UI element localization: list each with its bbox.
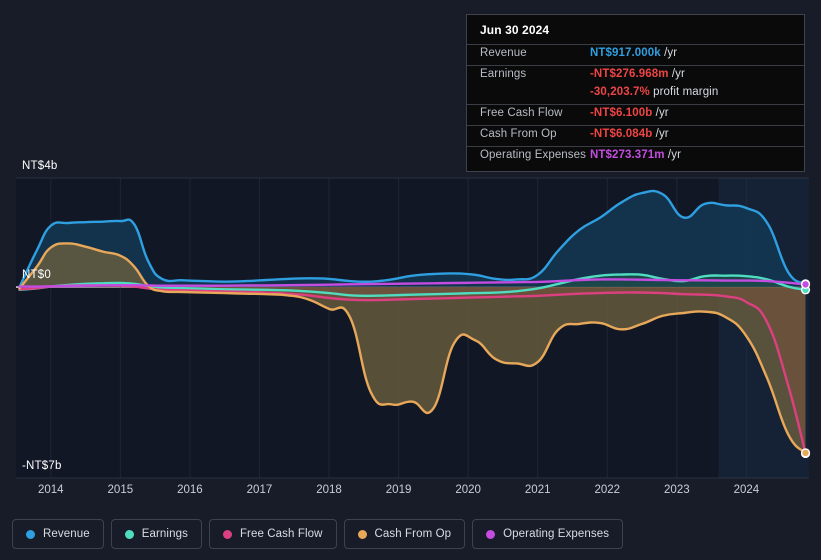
- x-axis-tick-label: 2021: [524, 484, 551, 496]
- endpoint-dot-cash-from-op: [800, 448, 811, 458]
- x-axis-tick-label: 2015: [107, 484, 134, 496]
- x-axis-tick-label: 2019: [385, 484, 412, 496]
- tooltip-row-label: Operating Expenses: [480, 149, 587, 161]
- tooltip-row-suffix: /yr: [652, 107, 669, 119]
- legend-label: Free Cash Flow: [239, 528, 323, 540]
- tooltip-row-suffix: /yr: [660, 47, 678, 59]
- legend-color-dot: [124, 529, 134, 539]
- tooltip-row: Earnings -NT$276.968m /yr: [467, 65, 804, 86]
- tooltip-row-label: Cash From Op: [480, 128, 557, 140]
- x-axis-tick-label: 2020: [455, 484, 481, 496]
- financial-chart-widget: NT$4b NT$0 -NT$7b 2014 2015 2016 2017 2018 2019 2…: [0, 0, 821, 560]
- legend-item-operating-expenses[interactable]: Operating Expenses: [472, 519, 624, 549]
- tooltip-row-value: -30,203.7% profit margin: [590, 86, 718, 98]
- tooltip-row-value: -NT$6.084b /yr: [590, 128, 669, 140]
- tooltip-row-suffix: /yr: [668, 68, 685, 80]
- x-axis-tick-label: 2016: [177, 484, 203, 496]
- tooltip-row-label: Earnings: [480, 68, 527, 80]
- tooltip-row: Free Cash Flow -NT$6.100b /yr: [467, 104, 804, 125]
- legend-item-revenue[interactable]: Revenue: [12, 519, 104, 549]
- tooltip-row-number: -NT$6.100b: [590, 107, 653, 119]
- tooltip-row-value: -NT$6.100b /yr: [590, 107, 669, 119]
- chart-tooltip: Jun 30 2024 Revenue NT$917.000k /yr Earnin…: [466, 14, 805, 172]
- tooltip-row: -30,203.7% profit margin: [467, 86, 804, 104]
- tooltip-row: Cash From Op -NT$6.084b /yr: [467, 125, 804, 146]
- y-axis-tick-label: NT$0: [22, 269, 51, 282]
- x-axis-tick-label: 2018: [316, 484, 342, 496]
- tooltip-row-label: Free Cash Flow: [480, 107, 563, 119]
- tooltip-row-value: NT$273.371m /yr: [590, 149, 681, 161]
- x-axis-tick-label: 2014: [37, 484, 64, 496]
- legend-label: Operating Expenses: [503, 528, 610, 540]
- endpoint-dot-operating-expenses: [800, 279, 811, 289]
- legend-label: Earnings: [141, 528, 188, 540]
- tooltip-row-number: NT$273.371m: [590, 149, 665, 161]
- y-axis-tick-label: NT$4b: [22, 160, 58, 172]
- tooltip-row-value: NT$917.000k /yr: [590, 47, 677, 59]
- tooltip-date: Jun 30 2024: [480, 23, 550, 37]
- tooltip-row-number: NT$917.000k: [590, 47, 661, 59]
- x-axis-tick-label: 2024: [733, 484, 760, 496]
- tooltip-row-suffix: /yr: [652, 128, 669, 140]
- tooltip-row-label: Revenue: [480, 47, 527, 59]
- legend-color-dot: [486, 529, 496, 539]
- legend-label: Revenue: [43, 528, 90, 540]
- legend-item-free-cash-flow[interactable]: Free Cash Flow: [208, 519, 337, 549]
- tooltip-row-number: -NT$276.968m: [590, 68, 669, 80]
- tooltip-row: Operating Expenses NT$273.371m /yr: [467, 146, 804, 167]
- tooltip-row-value: -NT$276.968m /yr: [590, 68, 685, 80]
- x-axis-tick-label: 2017: [246, 484, 273, 496]
- tooltip-row-suffix: /yr: [664, 149, 681, 161]
- legend-label: Cash From Op: [374, 528, 452, 540]
- x-axis-tick-label: 2022: [594, 484, 621, 496]
- legend-item-earnings[interactable]: Earnings: [110, 519, 202, 549]
- legend-item-cash-from-op[interactable]: Cash From Op: [343, 519, 466, 549]
- chart-legend: Revenue Earnings Free Cash Flow Cash From O…: [0, 508, 821, 560]
- tooltip-row-number: -NT$6.084b: [590, 128, 653, 140]
- tooltip-rows: Revenue NT$917.000k /yr Earnings -NT$276.96…: [467, 44, 804, 167]
- legend-color-dot: [26, 529, 35, 539]
- x-axis-tick-label: 2023: [664, 484, 690, 496]
- tooltip-row: Revenue NT$917.000k /yr: [467, 44, 804, 65]
- tooltip-row-number: -30,203.7%: [590, 86, 650, 98]
- y-axis-tick-label: -NT$7b: [22, 460, 62, 472]
- legend-color-dot: [222, 529, 232, 539]
- tooltip-row-suffix: profit margin: [649, 86, 719, 98]
- legend-color-dot: [357, 529, 367, 539]
